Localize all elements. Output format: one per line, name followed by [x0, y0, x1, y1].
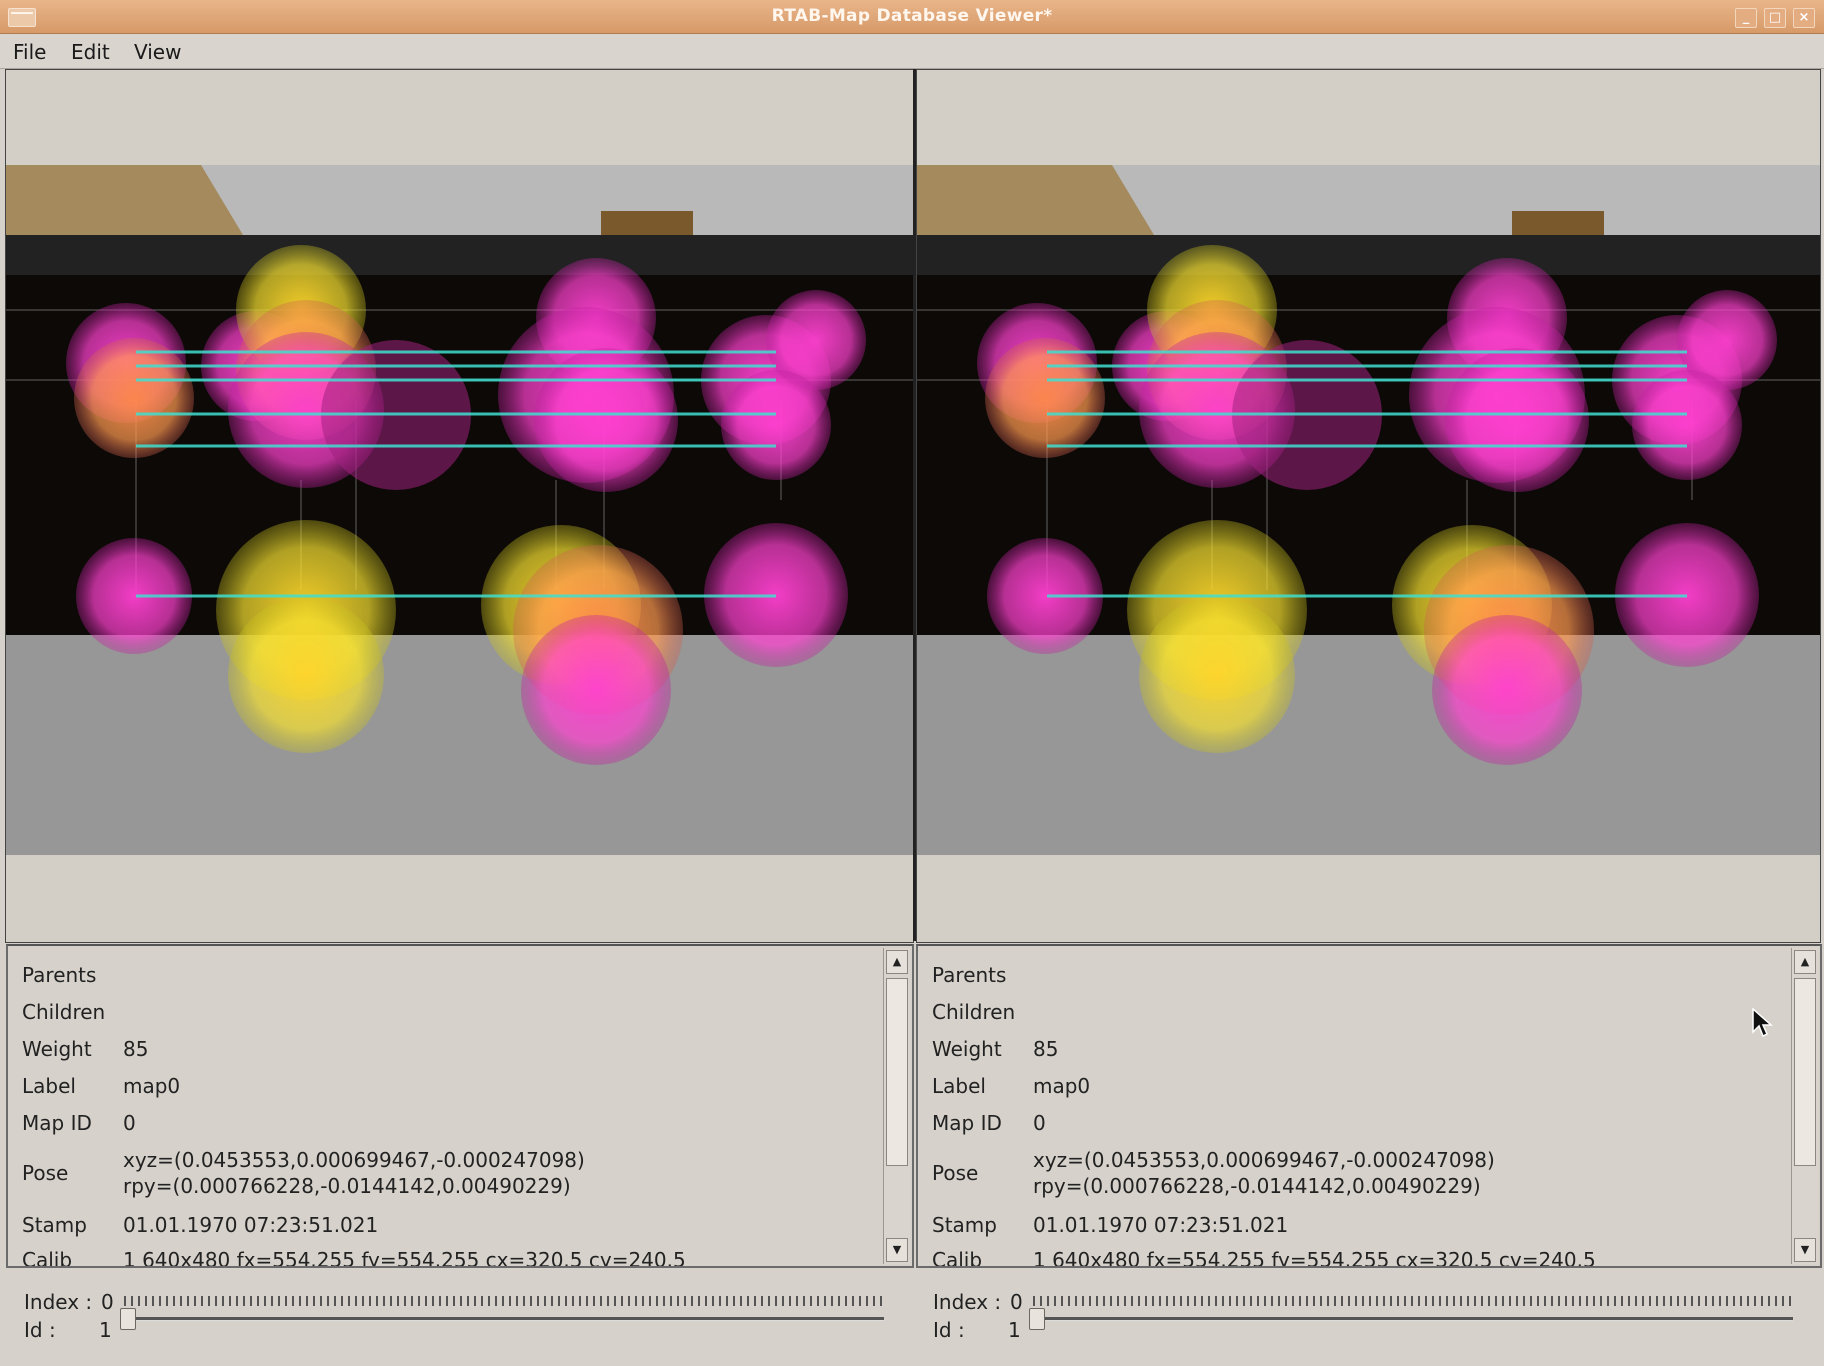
slider-handle[interactable]	[120, 1308, 136, 1330]
right-index-slider-area: Index : 0 Id : 1	[933, 1282, 1803, 1344]
children-label: Children	[22, 1000, 106, 1024]
pose-row: Pose xyz=(0.0453553,0.000699467,-0.00024…	[22, 1148, 882, 1204]
maximize-icon[interactable]: □	[1764, 8, 1786, 28]
left-index-slider-area: Index : 0 Id : 1	[24, 1282, 894, 1344]
scroll-up-arrow-icon[interactable]: ▲	[886, 950, 908, 974]
weight-value: 85	[1033, 1037, 1059, 1061]
right-image-view[interactable]	[916, 69, 1821, 943]
stamp-label: Stamp	[932, 1213, 997, 1237]
weight-label: Weight	[932, 1037, 1002, 1061]
pose-label: Pose	[932, 1161, 979, 1185]
slider-track[interactable]	[124, 1317, 884, 1321]
scroll-down-arrow-icon[interactable]: ▼	[1794, 1238, 1816, 1262]
map-id-value: 0	[123, 1111, 136, 1135]
parents-label: Parents	[22, 963, 97, 987]
scroll-down-arrow-icon[interactable]: ▼	[886, 1238, 908, 1262]
calib-label: Calib	[22, 1248, 73, 1268]
close-icon[interactable]: ×	[1793, 8, 1815, 28]
slider-handle[interactable]	[1029, 1308, 1045, 1330]
stamp-label: Stamp	[22, 1213, 87, 1237]
weight-label: Weight	[22, 1037, 92, 1061]
menu-edit[interactable]: Edit	[71, 40, 110, 64]
index-value: 0	[1010, 1290, 1023, 1314]
menu-file[interactable]: File	[13, 40, 46, 64]
pose-label: Pose	[22, 1161, 69, 1185]
pose-row: Pose xyz=(0.0453553,0.000699467,-0.00024…	[932, 1148, 1792, 1204]
map-id-label: Map ID	[22, 1111, 92, 1135]
id-value: 1	[99, 1318, 112, 1342]
minimize-icon[interactable]: _	[1735, 8, 1757, 28]
calib-value: 1 640x480 fx=554.255 fy=554.255 cx=320.5…	[1033, 1248, 1596, 1268]
label-value: map0	[1033, 1074, 1091, 1098]
index-label: Index :	[933, 1290, 1002, 1314]
map-id-value: 0	[1033, 1111, 1046, 1135]
slider-track[interactable]	[1033, 1317, 1793, 1321]
scroll-up-arrow-icon[interactable]: ▲	[1794, 950, 1816, 974]
right-info-scrollbar[interactable]: ▲ ▼	[1791, 948, 1818, 1264]
title-bar: RTAB-Map Database Viewer* _ □ ×	[0, 0, 1824, 34]
scroll-thumb[interactable]	[1794, 978, 1816, 1166]
menu-bar: File Edit View	[0, 34, 1824, 69]
right-feature-image	[917, 70, 1820, 942]
map-id-label: Map ID	[932, 1111, 1002, 1135]
mouse-cursor-icon	[1752, 1008, 1773, 1038]
right-info-panel[interactable]: Parents Children Weight 85 Label map0 Map …	[916, 944, 1822, 1268]
id-label: Id :	[933, 1318, 965, 1342]
index-value: 0	[101, 1290, 114, 1314]
id-value: 1	[1008, 1318, 1021, 1342]
left-info-scrollbar[interactable]: ▲ ▼	[883, 948, 910, 1264]
window-title: RTAB-Map Database Viewer*	[771, 6, 1053, 26]
calib-value: 1 640x480 fx=554.255 fy=554.255 cx=320.5…	[123, 1248, 686, 1268]
scroll-thumb[interactable]	[886, 978, 908, 1166]
stamp-value: 01.01.1970 07:23:51.021	[123, 1213, 379, 1237]
slider-ticks	[1033, 1296, 1793, 1306]
menu-view[interactable]: View	[134, 40, 181, 64]
pose-rpy: rpy=(0.000766228,-0.0144142,0.00490229)	[123, 1174, 571, 1198]
left-info-panel[interactable]: Parents Children Weight 85 Label map0 Map …	[6, 944, 914, 1268]
left-image-view[interactable]	[5, 69, 914, 943]
slider-ticks	[124, 1296, 884, 1306]
left-feature-image	[6, 70, 913, 942]
parents-label: Parents	[932, 963, 1007, 987]
pose-xyz: xyz=(0.0453553,0.000699467,-0.000247098)	[1033, 1148, 1495, 1172]
calib-label: Calib	[932, 1248, 983, 1268]
stamp-value: 01.01.1970 07:23:51.021	[1033, 1213, 1289, 1237]
pose-xyz: xyz=(0.0453553,0.000699467,-0.000247098)	[123, 1148, 585, 1172]
label-value: map0	[123, 1074, 181, 1098]
label-label: Label	[932, 1074, 986, 1098]
pose-rpy: rpy=(0.000766228,-0.0144142,0.00490229)	[1033, 1174, 1481, 1198]
label-label: Label	[22, 1074, 76, 1098]
index-label: Index :	[24, 1290, 93, 1314]
children-label: Children	[932, 1000, 1016, 1024]
weight-value: 85	[123, 1037, 149, 1061]
id-label: Id :	[24, 1318, 56, 1342]
